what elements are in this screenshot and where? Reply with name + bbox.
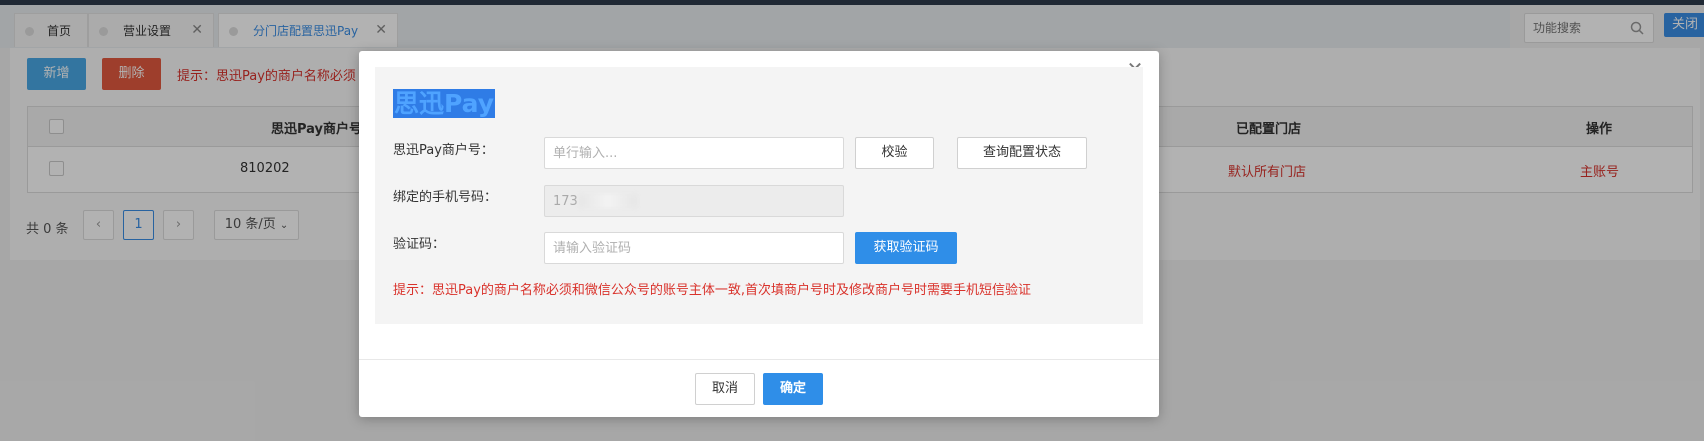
verify-button[interactable]: 校验 [855,137,934,169]
query-status-button[interactable]: 查询配置状态 [957,137,1087,169]
merchant-id-input[interactable] [545,138,843,168]
dialog-form-area: 思迅Pay 思迅Pay商户号： 校验 查询配置状态 绑定的手机号码： 验证码： … [375,67,1143,324]
merchant-id-label: 思迅Pay商户号： [393,143,494,158]
code-label: 验证码： [393,237,446,252]
dialog-hint: 提示：思迅Pay的商户名称必须和微信公众号的账号主体一致,首次填商户号时及修改商… [393,283,1032,298]
brand-logo: 思迅Pay [393,89,496,118]
code-input[interactable] [545,233,843,263]
cancel-button[interactable]: 取消 [695,373,755,405]
phone-field [544,185,844,217]
pay-config-dialog: ✕ 思迅Pay 思迅Pay商户号： 校验 查询配置状态 绑定的手机号码： 验证码… [359,51,1159,417]
code-field [544,232,844,264]
dialog-footer-divider [359,359,1159,360]
confirm-button[interactable]: 确定 [763,373,823,405]
merchant-id-field [544,137,844,169]
redacted-mask [579,194,637,208]
phone-label: 绑定的手机号码： [393,190,498,205]
get-code-button[interactable]: 获取验证码 [855,232,957,264]
